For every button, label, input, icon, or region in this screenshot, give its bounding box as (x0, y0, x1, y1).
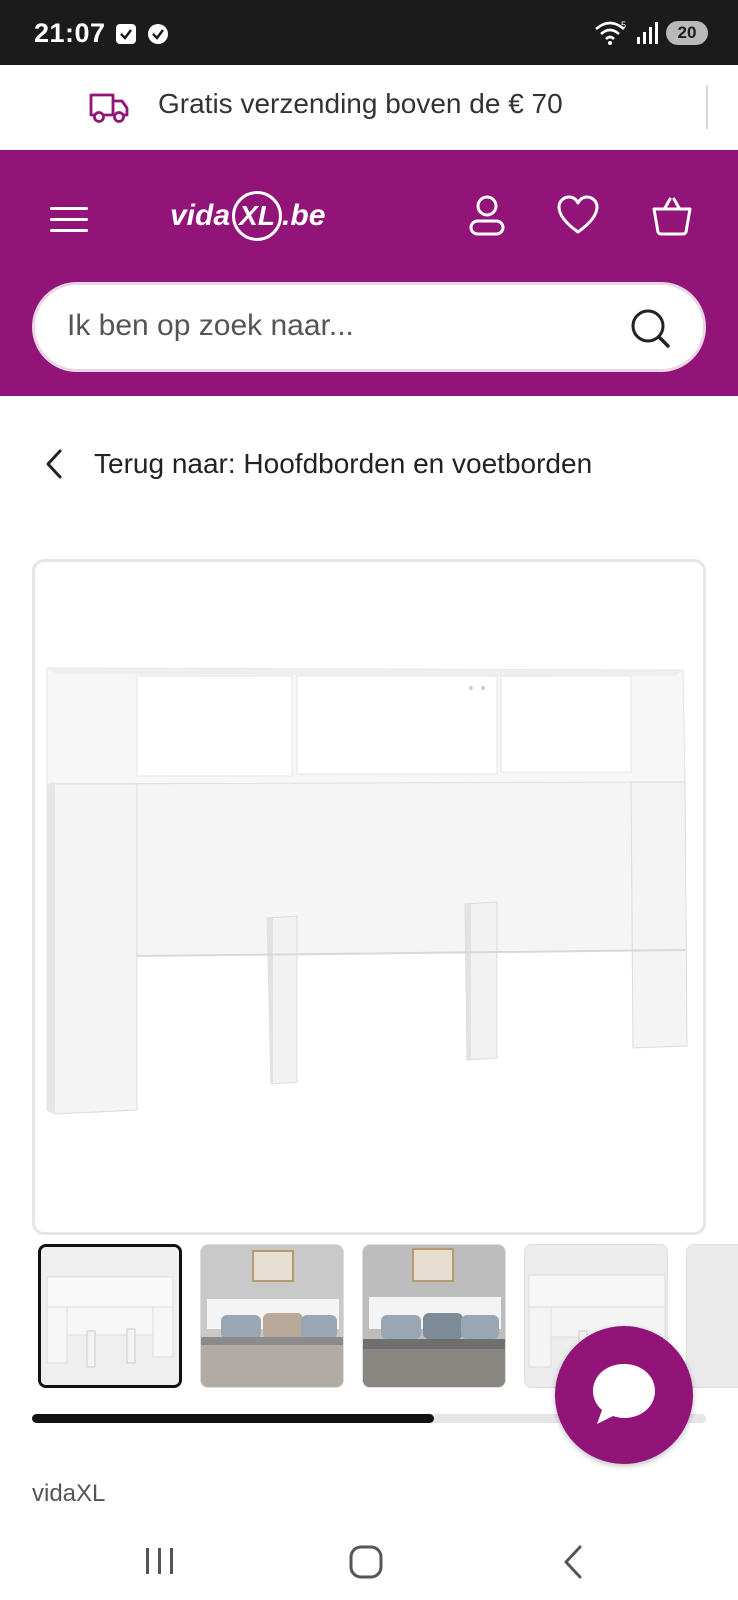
check-square-icon (116, 24, 136, 44)
thumbnail-scrollbar-thumb[interactable] (32, 1414, 434, 1423)
thumbnail-2[interactable] (200, 1244, 344, 1388)
check-circle-icon (148, 24, 168, 44)
headboard-product-image (46, 667, 688, 1115)
promo-divider (706, 85, 708, 129)
chat-bubble-icon (593, 1364, 655, 1424)
product-image[interactable] (32, 559, 706, 1235)
back-link-text: Terug naar: Hoofdborden en voetborden (94, 448, 593, 479)
cart-basket-icon[interactable] (650, 194, 694, 238)
thumbnail-1[interactable] (38, 1244, 182, 1388)
status-bar: 21:07 5 20 (0, 0, 738, 65)
status-indicators: 5 20 (594, 20, 708, 46)
delivery-truck-icon (89, 93, 129, 123)
product-brand[interactable]: vidaXL (32, 1480, 105, 1508)
signal-icon (637, 22, 658, 44)
logo-prefix: vida (170, 199, 231, 232)
home-icon[interactable] (348, 1544, 384, 1580)
chevron-left-icon (46, 449, 62, 479)
back-icon[interactable] (560, 1544, 586, 1580)
site-logo[interactable]: vida XL .be (170, 186, 325, 246)
account-icon[interactable] (468, 194, 506, 238)
wifi-icon: 5 (595, 20, 626, 45)
recent-apps-icon[interactable] (142, 1544, 178, 1578)
site-header: vida XL .be (0, 150, 738, 396)
status-time: 21:07 (34, 18, 106, 48)
system-nav-bar (0, 1528, 738, 1600)
logo-mark: XL (232, 191, 283, 241)
svg-text:5: 5 (621, 20, 626, 30)
promo-text: Gratis verzending boven de € 70 (158, 88, 563, 119)
back-link[interactable]: Terug naar: Hoofdborden en voetborden (44, 448, 592, 480)
thumbnail-3[interactable] (362, 1244, 506, 1388)
thumbnail-5[interactable] (686, 1244, 738, 1388)
menu-icon[interactable] (50, 205, 90, 235)
search-input[interactable] (67, 309, 607, 343)
chat-button[interactable] (555, 1326, 693, 1464)
wishlist-heart-icon[interactable] (556, 194, 600, 236)
search-icon[interactable] (629, 307, 671, 349)
promo-banner: Gratis verzending boven de € 70 (0, 65, 738, 150)
search-bar[interactable] (32, 282, 706, 372)
battery-icon: 20 (666, 21, 708, 45)
logo-suffix: .be (282, 199, 326, 232)
